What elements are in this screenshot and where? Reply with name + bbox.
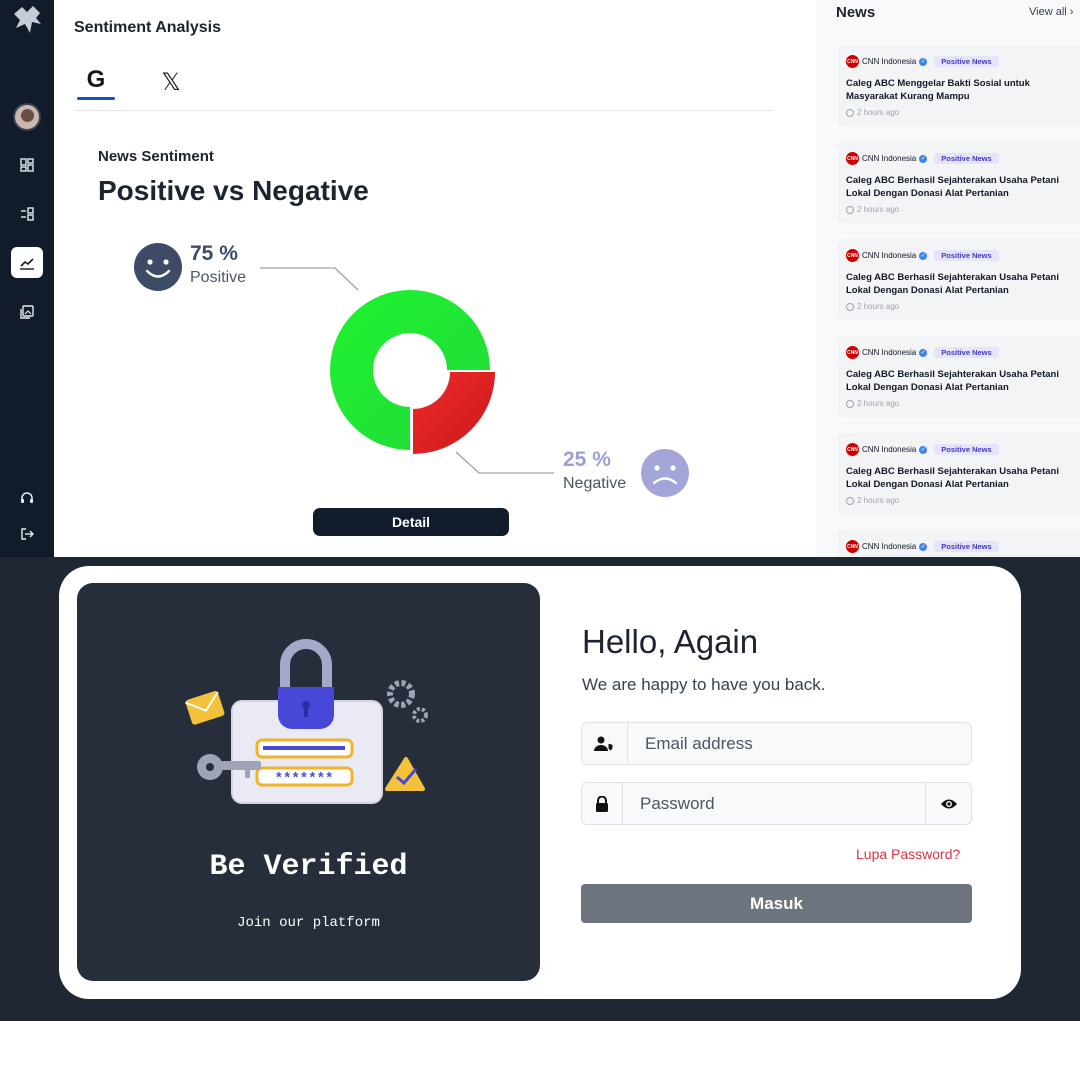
news-time: 2 hours ago [857, 399, 900, 408]
cnn-logo-icon: CNN [846, 249, 859, 262]
news-source: CNN Indonesia [862, 154, 917, 163]
clock-icon [846, 496, 854, 505]
news-headline[interactable]: Caleg ABC Berhasil Sejahterakan Usaha Pe… [846, 465, 1080, 491]
sentiment-badge: Positive News [934, 444, 999, 455]
password-input[interactable] [623, 783, 925, 824]
brand-logo-icon [14, 6, 41, 33]
clock-icon [846, 399, 854, 408]
user-shield-icon [582, 723, 628, 764]
chart-icon[interactable] [11, 247, 43, 278]
login-title: Hello, Again [582, 623, 759, 660]
main-content: Sentiment Analysis G 𝕏 News Sentiment Po… [54, 0, 816, 557]
clock-icon [846, 302, 854, 311]
login-subtitle: We are happy to have you back. [582, 675, 826, 694]
password-field [581, 782, 972, 825]
negative-percent: 25 % [563, 448, 611, 471]
dashboard-screenshot: Sentiment Analysis G 𝕏 News Sentiment Po… [0, 0, 1080, 557]
list-icon[interactable] [15, 203, 39, 225]
gallery-icon[interactable] [15, 301, 39, 323]
news-headline[interactable]: Caleg ABC Menggelar Bakti Sosial untuk M… [846, 77, 1080, 103]
verified-icon: ✓ [919, 57, 928, 66]
sentiment-badge: Positive News [934, 56, 999, 67]
view-all-link[interactable]: View all › [1029, 6, 1073, 18]
email-input[interactable] [628, 723, 971, 764]
news-title: News [836, 4, 876, 21]
donut-slices [330, 290, 495, 454]
user-avatar[interactable] [13, 103, 41, 131]
sidebar [0, 0, 54, 557]
verified-icon: ✓ [919, 542, 928, 551]
news-time: 2 hours ago [857, 108, 900, 117]
be-verified-heading: Be Verified [209, 850, 408, 884]
news-time: 2 hours ago [857, 205, 900, 214]
clock-icon [846, 108, 854, 117]
eye-icon[interactable] [925, 783, 971, 824]
negative-label: Negative [563, 475, 627, 492]
news-card[interactable]: CNN CNN Indonesia ✓ Positive News [838, 530, 1080, 557]
clock-icon [846, 205, 854, 214]
negative-connector-line [455, 451, 554, 474]
cnn-logo-icon: CNN [846, 152, 859, 165]
news-panel: News View all › CNN CNN Indonesia ✓ Positiv… [816, 0, 1080, 557]
verified-icon: ✓ [919, 348, 928, 357]
login-button[interactable]: Masuk [581, 884, 972, 923]
chevron-right-icon: › [1069, 6, 1074, 18]
smile-face-icon [134, 243, 182, 291]
news-source: CNN Indonesia [862, 251, 917, 260]
cnn-logo-icon: CNN [846, 443, 859, 456]
lock-icon [582, 783, 623, 824]
news-time: 2 hours ago [857, 302, 900, 311]
cnn-logo-icon: CNN [846, 346, 859, 359]
verified-icon: ✓ [919, 251, 928, 260]
donut-slice-negative [413, 372, 495, 454]
sad-face-icon [641, 449, 689, 497]
news-card[interactable]: CNN CNN Indonesia ✓ Positive News Caleg ABC… [838, 142, 1080, 223]
news-source: CNN Indonesia [862, 542, 917, 551]
positive-connector-line [260, 267, 359, 291]
logout-icon[interactable] [15, 523, 39, 545]
sentiment-badge: Positive News [934, 250, 999, 261]
positive-label: Positive [190, 269, 247, 286]
sentiment-donut-chart [134, 243, 689, 497]
news-headline[interactable]: Caleg ABC Berhasil Sejahterakan Usaha Pe… [846, 174, 1080, 200]
detail-button[interactable]: Detail [313, 508, 509, 536]
grid-icon[interactable] [15, 154, 39, 176]
cnn-logo-icon: CNN [846, 55, 859, 68]
news-card[interactable]: CNN CNN Indonesia ✓ Positive News Caleg ABC… [838, 336, 1080, 417]
news-card[interactable]: CNN CNN Indonesia ✓ Positive News Caleg ABC… [838, 433, 1080, 514]
sentiment-badge: Positive News [934, 153, 999, 164]
news-headline[interactable]: Caleg ABC Berhasil Sejahterakan Usaha Pe… [846, 368, 1080, 394]
news-card[interactable]: CNN CNN Indonesia ✓ Positive News Caleg ABC… [838, 239, 1080, 320]
news-source: CNN Indonesia [862, 57, 917, 66]
headset-icon[interactable] [15, 487, 39, 509]
news-headline[interactable]: Caleg ABC Berhasil Sejahterakan Usaha Pe… [846, 271, 1080, 297]
cnn-logo-icon: CNN [846, 540, 859, 553]
positive-percent: 75 % [190, 242, 238, 265]
join-platform-text: Join our platform [237, 915, 380, 931]
sentiment-badge: Positive News [934, 347, 999, 358]
news-source: CNN Indonesia [862, 445, 917, 454]
news-source: CNN Indonesia [862, 348, 917, 357]
verified-icon: ✓ [919, 445, 928, 454]
forgot-password-link[interactable]: Lupa Password? [856, 846, 960, 862]
email-field [581, 722, 972, 765]
security-illustration: ******* [185, 639, 428, 804]
news-time: 2 hours ago [857, 496, 900, 505]
news-card[interactable]: CNN CNN Indonesia ✓ Positive News Caleg ABC… [838, 45, 1080, 126]
sentiment-badge: Positive News [934, 541, 999, 552]
password-mask-text: ******* [275, 771, 334, 787]
verified-icon: ✓ [919, 154, 928, 163]
